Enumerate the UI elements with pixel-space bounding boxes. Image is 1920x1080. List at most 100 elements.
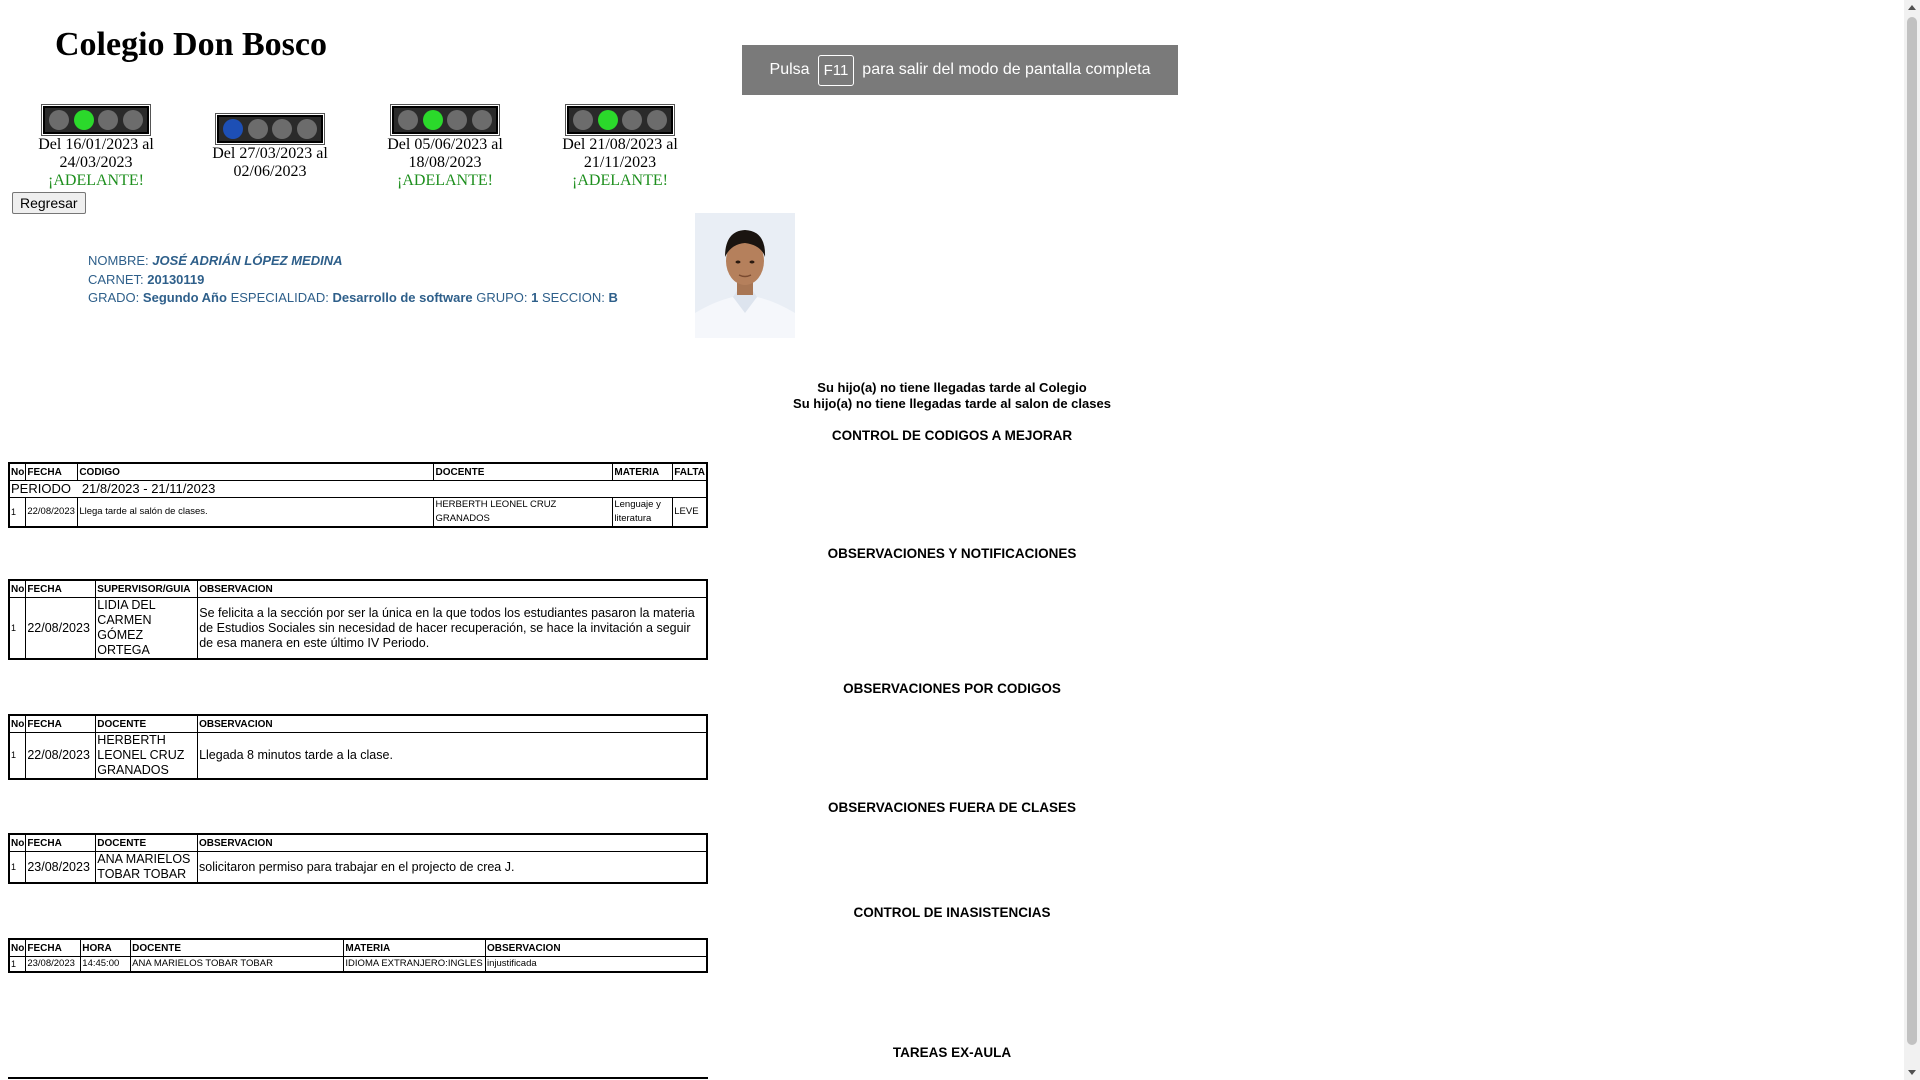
column-header: DOCENTE: [433, 462, 614, 481]
lamp-icon: [447, 110, 468, 130]
traffic-light-icon: [41, 104, 151, 136]
lamp-icon: [247, 119, 268, 139]
student-photo-image: [695, 213, 795, 338]
row-number: 1: [8, 597, 27, 660]
lamp-icon: [98, 110, 119, 130]
back-button[interactable]: Regresar: [12, 192, 86, 214]
table-row: 1 22/08/2023 LIDIA DEL CARMEN GÓMEZ ORTE…: [8, 597, 708, 660]
traffic-light-icon: [390, 104, 500, 136]
lamp-icon: [573, 110, 594, 130]
row-date: 22/08/2023: [25, 732, 97, 780]
traffic-light-icon: [565, 104, 675, 136]
table-top-border: [8, 1077, 708, 1079]
student-grado-row: GRADO: Segundo Año ESPECIALIDAD: Desarro…: [88, 289, 618, 308]
period-cell: PERIODO 21/8/2023 - 21/11/2023: [8, 480, 708, 498]
column-header: FECHA: [25, 462, 79, 481]
row-observation: injustificada: [485, 956, 708, 973]
student-info: NOMBRE: JOSÉ ADRIÁN LÓPEZ MEDINA CARNET:…: [88, 252, 618, 308]
table-header-row: No FECHA DOCENTE OBSERVACION: [8, 833, 708, 852]
absences-table: No FECHA HORA DOCENTE MATERIA OBSERVACIO…: [8, 938, 708, 973]
late-school-notice: Su hijo(a) no tiene llegadas tarde al Co…: [817, 380, 1087, 395]
column-header: FECHA: [25, 833, 97, 852]
row-date: 22/08/2023: [25, 497, 79, 528]
row-number: 1: [8, 732, 27, 780]
especialidad-label: ESPECIALIDAD:: [230, 290, 329, 305]
period-3: Del 05/06/2023 al 18/08/2023 ¡ADELANTE!: [355, 104, 535, 190]
period-1: Del 16/01/2023 al 24/03/2023 ¡ADELANTE!: [6, 104, 186, 190]
lamp-icon: [296, 119, 317, 139]
period-dates: Del 27/03/2023 al 02/06/2023: [212, 145, 328, 180]
column-header: DOCENTE: [95, 833, 199, 852]
lamp-icon: [49, 110, 70, 130]
row-fault: LEVE: [672, 497, 708, 528]
student-seccion: B: [608, 290, 618, 305]
column-header: FECHA: [25, 938, 82, 957]
code-observations-section-title: OBSERVACIONES POR CODIGOS: [843, 681, 1061, 696]
lamp-icon: [422, 110, 443, 130]
observations-table: No FECHA SUPERVISOR/GUIA OBSERVACION 1 2…: [8, 579, 708, 660]
column-header: DOCENTE: [95, 714, 199, 733]
column-header: MATERIA: [343, 938, 487, 957]
row-time: 14:45:00: [80, 956, 132, 973]
period-dates: Del 05/06/2023 al 18/08/2023: [387, 136, 503, 171]
table-row: 1 22/08/2023 HERBERTH LEONEL CRUZ GRANAD…: [8, 732, 708, 780]
period-label: PERIODO: [11, 481, 71, 496]
column-header: CODIGO: [77, 462, 435, 481]
column-header: OBSERVACION: [197, 833, 708, 852]
column-header: DOCENTE: [130, 938, 345, 957]
f11-key: F11: [817, 54, 855, 86]
row-subject: IDIOMA EXTRANJERO:INGLES: [343, 956, 487, 973]
fullscreen-banner: Pulsa F11 para salir del modo de pantall…: [742, 45, 1178, 95]
column-header: No: [8, 938, 27, 957]
student-grado: Segundo Año: [142, 290, 227, 305]
scroll-up-arrow-icon[interactable]: [1908, 5, 1916, 10]
row-observation: Llegada 8 minutos tarde a la clase.: [197, 732, 708, 780]
table-row: 1 23/08/2023 14:45:00 ANA MARIELOS TOBAR…: [8, 956, 708, 973]
column-header: OBSERVACION: [485, 938, 708, 957]
column-header: No: [8, 833, 27, 852]
student-carnet: 20130119: [147, 271, 205, 287]
seccion-label: SECCION:: [542, 290, 605, 305]
lamp-icon: [122, 110, 143, 130]
lamp-icon: [646, 110, 667, 130]
column-header: FALTA: [672, 462, 708, 481]
lamp-icon: [622, 110, 643, 130]
student-name-row: NOMBRE: JOSÉ ADRIÁN LÓPEZ MEDINA: [88, 252, 618, 271]
period-dates: Del 21/08/2023 al 21/11/2023: [562, 136, 678, 171]
student-especialidad: Desarrollo de software: [332, 290, 473, 305]
carnet-label: CARNET:: [88, 271, 144, 287]
table-header-row: No FECHA HORA DOCENTE MATERIA OBSERVACIO…: [8, 938, 708, 957]
row-observation: solicitaron permiso para trabajar en el …: [197, 851, 708, 884]
lamp-icon: [597, 110, 618, 130]
period-value: 21/8/2023 - 21/11/2023: [81, 481, 216, 496]
row-supervisor: LIDIA DEL CARMEN GÓMEZ ORTEGA: [95, 597, 199, 660]
lamp-icon: [73, 110, 94, 130]
column-header: FECHA: [25, 714, 97, 733]
lamp-icon: [398, 110, 419, 130]
lamp-icon: [223, 119, 244, 139]
row-number: 1: [8, 497, 27, 528]
school-title: Colegio Don Bosco: [55, 26, 327, 63]
table-header-row: No FECHA CODIGO DOCENTE MATERIA FALTA: [8, 462, 708, 481]
scroll-down-arrow-icon[interactable]: [1908, 1070, 1916, 1075]
traffic-light-icon: [215, 113, 325, 145]
table-header-row: No FECHA SUPERVISOR/GUIA OBSERVACION: [8, 579, 708, 598]
fullscreen-prefix: Pulsa: [769, 61, 810, 78]
row-teacher: HERBERTH LEONEL CRUZ GRANADOS: [95, 732, 199, 780]
column-header: No: [8, 579, 27, 598]
student-name: JOSÉ ADRIÁN LÓPEZ MEDINA: [152, 253, 343, 268]
column-header: OBSERVACION: [197, 714, 708, 733]
student-grupo: 1: [531, 290, 539, 305]
late-class-notice: Su hijo(a) no tiene llegadas tarde al sa…: [793, 396, 1111, 411]
scrollbar-thumb[interactable]: [1907, 17, 1917, 1045]
table-row: 1 23/08/2023 ANA MARIELOS TOBAR TOBAR so…: [8, 851, 708, 884]
name-label: NOMBRE:: [88, 253, 149, 268]
fullscreen-suffix: para salir del modo de pantalla completa: [862, 61, 1151, 78]
table-row: 1 22/08/2023 Llega tarde al salón de cla…: [8, 497, 708, 528]
period-row: PERIODO 21/8/2023 - 21/11/2023: [8, 480, 708, 498]
row-date: 23/08/2023: [25, 956, 82, 973]
outside-observations-section-title: OBSERVACIONES FUERA DE CLASES: [827, 800, 1077, 815]
codes-table: No FECHA CODIGO DOCENTE MATERIA FALTA PE…: [8, 462, 708, 528]
column-header: No: [8, 714, 27, 733]
period-dates: Del 16/01/2023 al 24/03/2023: [38, 136, 154, 171]
